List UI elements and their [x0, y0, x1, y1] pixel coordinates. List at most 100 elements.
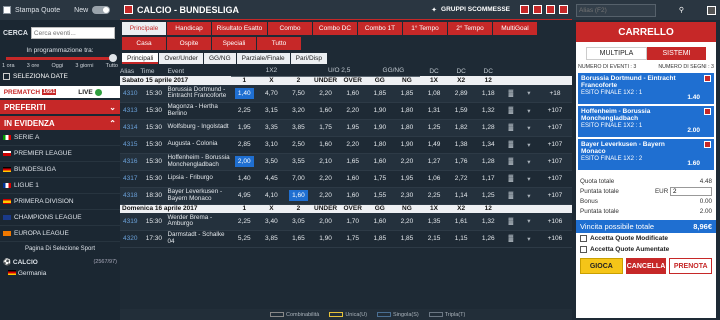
odds-cell[interactable]: 1,60: [366, 153, 394, 171]
match-event[interactable]: Lipsia - Friburgo: [167, 170, 231, 188]
odds-cell[interactable]: 1,80: [393, 119, 421, 137]
search-icon[interactable]: ⚲: [679, 6, 684, 14]
odds-cell[interactable]: 1,60: [312, 136, 340, 154]
odds-cell[interactable]: 1,90: [366, 102, 394, 120]
odds-cell[interactable]: 1,40: [230, 170, 258, 188]
match-alias[interactable]: 4316: [120, 153, 141, 171]
league-item[interactable]: PREMIER LEAGUE: [0, 146, 120, 162]
odds-cell[interactable]: 2,20: [312, 170, 340, 188]
cancella-button[interactable]: CANCELLA: [625, 258, 667, 274]
stats-icon[interactable]: ▓: [501, 153, 520, 171]
odds-cell[interactable]: 7,50: [284, 85, 313, 103]
match-event[interactable]: Hoffenheim - Borussia Monchengladbach: [167, 153, 231, 171]
more-markets-link[interactable]: +106: [537, 213, 572, 231]
more-markets-link[interactable]: +107: [537, 119, 572, 137]
new-toggle[interactable]: [92, 6, 111, 14]
odds-cell[interactable]: 1,65: [284, 230, 313, 248]
odds-cell[interactable]: 1,40: [230, 85, 258, 103]
market-tab[interactable]: Risultato Esatto: [212, 22, 267, 35]
alias-search-input[interactable]: [576, 3, 656, 17]
filter-icon[interactable]: ✦: [431, 6, 437, 14]
stats-icon[interactable]: ▓: [501, 119, 520, 137]
prenota-button[interactable]: PRENOTA: [669, 258, 713, 274]
odds-cell[interactable]: 2,50: [284, 136, 313, 154]
odds-cell[interactable]: 1,60: [339, 170, 367, 188]
prematch-button[interactable]: PREMATCH 1651: [0, 86, 60, 98]
odds-cell[interactable]: 2,72: [447, 170, 475, 188]
stats-icon[interactable]: ▓: [501, 230, 520, 248]
market-tab[interactable]: MultiGoal: [493, 22, 537, 35]
odds-cell[interactable]: 1,70: [339, 213, 367, 231]
sub-tab[interactable]: GG/NG: [203, 53, 236, 64]
match-event[interactable]: Borussia Dortmund - Eintracht Francofort…: [167, 85, 231, 103]
match-alias[interactable]: 4314: [120, 119, 141, 137]
print-icon[interactable]: [520, 5, 529, 14]
accetta-aumentate[interactable]: Accetta Quote Aumentate: [576, 244, 716, 255]
more-markets-link[interactable]: +107: [537, 187, 572, 205]
odds-cell[interactable]: 2,15: [420, 230, 448, 248]
market-tab[interactable]: Combo DC: [313, 22, 357, 35]
odds-cell[interactable]: 3,15: [257, 102, 285, 120]
expand-icon[interactable]: [559, 5, 568, 14]
chevron-down-icon[interactable]: ▾: [519, 85, 538, 103]
odds-cell[interactable]: 7,00: [284, 170, 313, 188]
odds-cell[interactable]: 1,95: [230, 119, 258, 137]
seleziona-date[interactable]: SELEZIONA DATE: [0, 69, 120, 84]
chevron-down-icon[interactable]: ▾: [519, 187, 538, 205]
odds-cell[interactable]: 1,55: [366, 187, 394, 205]
more-markets-link[interactable]: +106: [537, 230, 572, 248]
odds-cell[interactable]: 3,20: [284, 102, 313, 120]
league-item[interactable]: PRIMERA DIVISION: [0, 194, 120, 210]
sub-tab[interactable]: Principali: [122, 53, 159, 64]
odds-cell[interactable]: 3,55: [284, 153, 313, 171]
market-tab[interactable]: 2° Tempo: [448, 22, 492, 35]
odds-cell[interactable]: 1,75: [366, 170, 394, 188]
match-alias[interactable]: 4313: [120, 102, 141, 120]
odds-cell[interactable]: 2,20: [393, 213, 421, 231]
odds-cell[interactable]: 2,25: [420, 187, 448, 205]
gioca-button[interactable]: GIOCA: [580, 258, 623, 274]
odds-cell[interactable]: 1,60: [284, 187, 313, 205]
odds-cell[interactable]: 2,00: [312, 213, 340, 231]
stats-icon[interactable]: ▓: [501, 85, 520, 103]
odds-cell[interactable]: 2,30: [393, 187, 421, 205]
stats-icon[interactable]: ▓: [501, 170, 520, 188]
stats-icon[interactable]: ▓: [501, 136, 520, 154]
market-tab[interactable]: Handicap: [167, 22, 211, 35]
tab-multipla[interactable]: MULTIPLA: [586, 47, 647, 60]
league-item[interactable]: SERIE A: [0, 130, 120, 146]
match-event[interactable]: Magonza - Hertha Berlino: [167, 102, 231, 120]
odds-cell[interactable]: 1,85: [393, 230, 421, 248]
market-tab[interactable]: Principale: [122, 22, 166, 35]
pagina-selezione-sport[interactable]: Pagina Di Selezione Sport: [0, 242, 120, 256]
odds-cell[interactable]: 1,34: [474, 136, 502, 154]
match-event[interactable]: Wolfsburg - Ingolstadt: [167, 119, 231, 137]
market-tab[interactable]: Speciali: [212, 37, 256, 50]
odds-cell[interactable]: 1,60: [339, 187, 367, 205]
remove-bet-icon[interactable]: [704, 108, 711, 115]
live-button[interactable]: LIVE: [60, 86, 120, 98]
gruppi-scommesse-button[interactable]: GRUPPI SCOMMESSE: [441, 6, 510, 13]
odds-cell[interactable]: 1,18: [474, 85, 502, 103]
odds-cell[interactable]: 1,76: [447, 153, 475, 171]
odds-cell[interactable]: 2,20: [312, 85, 340, 103]
stats-icon[interactable]: ▓: [501, 102, 520, 120]
league-item[interactable]: EUROPA LEAGUE: [0, 226, 120, 242]
accetta-modificate-checkbox[interactable]: [580, 235, 587, 242]
league-item[interactable]: CHAMPIONS LEAGUE: [0, 210, 120, 226]
match-event[interactable]: Bayer Leverkusen - Bayern Monaco: [167, 187, 231, 205]
odds-cell[interactable]: 1,25: [420, 119, 448, 137]
match-event[interactable]: Werder Brema - Amburgo: [167, 213, 231, 231]
time-range-slider[interactable]: [6, 54, 117, 62]
odds-cell[interactable]: 1,65: [339, 153, 367, 171]
odds-cell[interactable]: 1,32: [474, 213, 502, 231]
market-tab[interactable]: Tutto: [257, 37, 301, 50]
league-item[interactable]: LIGUE 1: [0, 178, 120, 194]
odds-cell[interactable]: 2,20: [339, 136, 367, 154]
market-tab[interactable]: Combo: [268, 22, 312, 35]
odds-cell[interactable]: 1,28: [474, 153, 502, 171]
match-alias[interactable]: 4319: [120, 213, 141, 231]
sub-tab[interactable]: Over/Under: [159, 53, 203, 64]
more-markets-link[interactable]: +107: [537, 170, 572, 188]
country-row-germania[interactable]: Germania: [0, 268, 120, 279]
